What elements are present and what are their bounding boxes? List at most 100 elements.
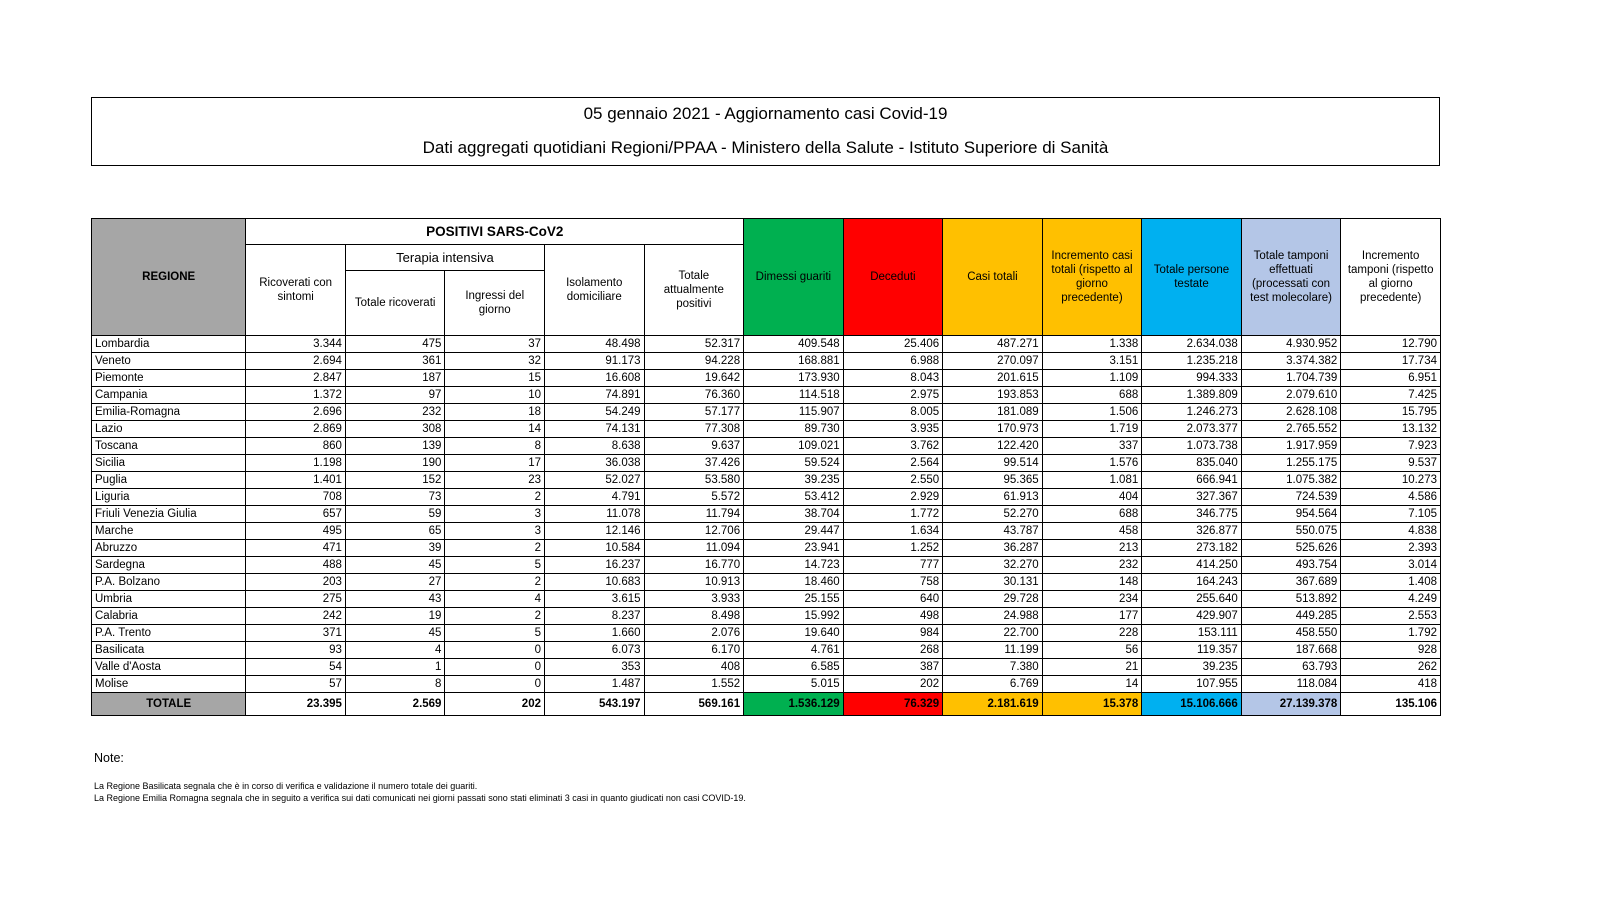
data-cell: 109.021: [743, 437, 844, 455]
data-cell: 2.073.377: [1141, 420, 1242, 438]
data-cell: 1.704.739: [1240, 369, 1342, 387]
data-cell: 8.043: [842, 369, 944, 387]
data-cell: 14.723: [743, 556, 844, 574]
data-cell: 3.933: [643, 590, 745, 608]
data-cell: 493.754: [1240, 556, 1342, 574]
data-cell: 387: [842, 658, 944, 676]
data-cell: 1.073.738: [1141, 437, 1242, 455]
total-cell: 27.139.378: [1240, 692, 1342, 716]
table-row: Valle d'Aosta 54 1 0 353 408 6.585 387 7.380 21 39…: [90, 658, 1441, 676]
data-cell: 43: [344, 590, 446, 608]
data-cell: 498: [842, 607, 944, 625]
data-cell: 173.930: [743, 369, 844, 387]
data-cell: 4.930.952: [1240, 335, 1342, 353]
table-row: Basilicata 93 4 0 6.073 6.170 4.761 268 11.199 56…: [90, 641, 1441, 659]
data-cell: 1.408: [1340, 573, 1441, 591]
data-cell: 994.333: [1141, 369, 1242, 387]
data-cell: 273.182: [1141, 539, 1242, 557]
data-cell: 525.626: [1240, 539, 1342, 557]
data-cell: 7.380: [942, 658, 1043, 676]
data-cell: 458: [1041, 522, 1143, 540]
data-cell: 12.706: [643, 522, 745, 540]
data-cell: 262: [1340, 658, 1441, 676]
data-cell: 1.719: [1041, 420, 1143, 438]
table-row: Friuli Venezia Giulia 657 59 3 11.078 11.794 3…: [90, 505, 1441, 523]
data-cell: 6.170: [643, 641, 745, 659]
data-cell: 3.151: [1041, 352, 1143, 370]
table-row: Veneto 2.694 361 32 91.173 94.228 168.881 6.988…: [90, 352, 1441, 370]
total-cell: 202: [444, 692, 545, 716]
total-cell: 15.106.666: [1141, 692, 1242, 716]
header-tamponi: Totale tamponi effettuati (processati co…: [1240, 218, 1342, 336]
data-cell: 37.426: [643, 454, 745, 472]
table-row: Sardegna 488 45 5 16.237 16.770 14.723 777 32.27…: [90, 556, 1441, 574]
total-cell: 569.161: [643, 692, 745, 716]
data-cell: 118.084: [1240, 675, 1342, 693]
data-cell: 8: [444, 437, 545, 455]
totals-row: TOTALE 23.395 2.569 202 543.197 569.161 …: [90, 692, 1441, 716]
data-cell: 77.308: [643, 420, 745, 438]
data-cell: 54.249: [543, 403, 645, 421]
data-cell: 409.548: [743, 335, 844, 353]
header-ricoverati-sintomi: Ricoverati con sintomi: [245, 244, 346, 336]
data-cell: 193.853: [942, 386, 1043, 404]
data-cell: 1.246.273: [1141, 403, 1242, 421]
data-cell: 550.075: [1240, 522, 1342, 540]
total-cell: 15.378: [1041, 692, 1143, 716]
table-row: Abruzzo 471 39 2 10.584 11.094 23.941 1.252 36.2…: [90, 539, 1441, 557]
data-cell: 1.792: [1340, 624, 1441, 642]
data-cell: 30.131: [942, 573, 1043, 591]
data-cell: 232: [344, 403, 446, 421]
data-cell: 1.552: [643, 675, 745, 693]
data-cell: 19.640: [743, 624, 844, 642]
data-cell: 0: [444, 641, 545, 659]
data-cell: 107.955: [1141, 675, 1242, 693]
data-cell: 190: [344, 454, 446, 472]
region-name: P.A. Trento: [90, 624, 247, 642]
data-cell: 1.255.175: [1240, 454, 1342, 472]
data-cell: 39.235: [743, 471, 844, 489]
data-cell: 10.273: [1340, 471, 1441, 489]
data-cell: 6.988: [842, 352, 944, 370]
region-name: Piemonte: [90, 369, 247, 387]
note-line: La Regione Basilicata segnala che è in c…: [94, 781, 478, 791]
data-cell: 6.073: [543, 641, 645, 659]
data-cell: 73: [344, 488, 446, 506]
data-cell: 63.793: [1240, 658, 1342, 676]
table-row: P.A. Trento 371 45 5 1.660 2.076 19.640 984 22.7…: [90, 624, 1441, 642]
data-cell: 54: [245, 658, 346, 676]
data-cell: 32.270: [942, 556, 1043, 574]
data-cell: 2: [444, 539, 545, 557]
data-cell: 25.406: [842, 335, 944, 353]
data-cell: 97: [344, 386, 446, 404]
data-cell: 371: [245, 624, 346, 642]
data-cell: 228: [1041, 624, 1143, 642]
data-cell: 8: [344, 675, 446, 693]
data-cell: 270.097: [942, 352, 1043, 370]
data-cell: 177: [1041, 607, 1143, 625]
data-cell: 2.869: [245, 420, 346, 438]
table-row: Molise 57 8 0 1.487 1.552 5.015 202 6.769 14 107.9…: [90, 675, 1441, 693]
data-cell: 27: [344, 573, 446, 591]
data-cell: 202: [842, 675, 944, 693]
data-cell: 449.285: [1240, 607, 1342, 625]
data-cell: 268: [842, 641, 944, 659]
region-name: Lombardia: [90, 335, 247, 353]
data-cell: 777: [842, 556, 944, 574]
data-cell: 1.372: [245, 386, 346, 404]
data-cell: 4.838: [1340, 522, 1441, 540]
data-cell: 24.988: [942, 607, 1043, 625]
header-isolamento: Isolamento domiciliare: [543, 244, 645, 336]
data-cell: 56: [1041, 641, 1143, 659]
data-cell: 53.580: [643, 471, 745, 489]
data-cell: 1.506: [1041, 403, 1143, 421]
notes-title: Note:: [94, 751, 124, 765]
data-cell: 1.660: [543, 624, 645, 642]
data-cell: 91.173: [543, 352, 645, 370]
report-header: 05 gennaio 2021 - Aggiornamento casi Cov…: [91, 97, 1440, 166]
data-cell: 327.367: [1141, 488, 1242, 506]
data-cell: 53.412: [743, 488, 844, 506]
region-name: P.A. Bolzano: [90, 573, 247, 591]
data-cell: 234: [1041, 590, 1143, 608]
data-cell: 6.585: [743, 658, 844, 676]
